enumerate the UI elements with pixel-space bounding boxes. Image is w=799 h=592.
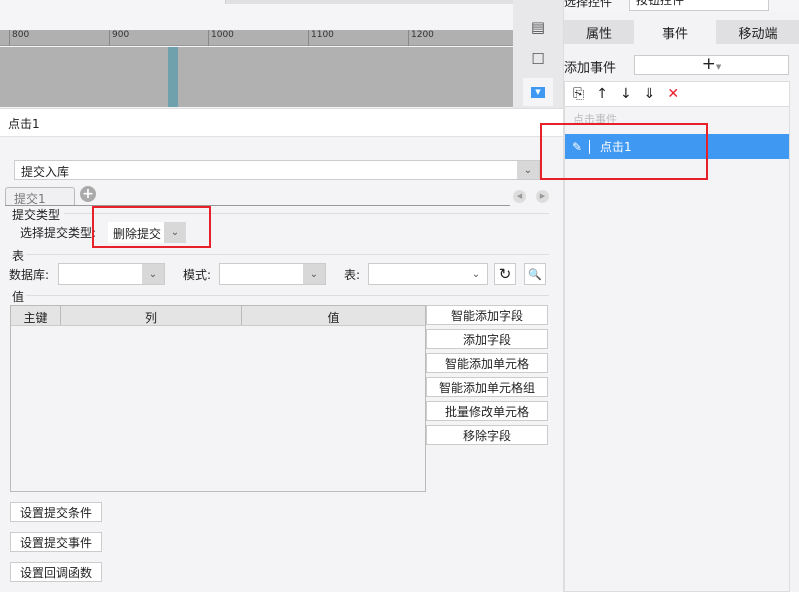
set-submit-condition-button[interactable]: 设置提交条件 — [10, 502, 102, 522]
highlight-box — [92, 206, 211, 248]
smart-add-cell-group-button[interactable]: 智能添加单元格组 — [426, 377, 548, 397]
batch-edit-cell-button[interactable]: 批量修改单元格 — [426, 401, 548, 421]
database-select[interactable]: ⌄ — [58, 263, 165, 285]
editor-title: 点击1 — [0, 108, 563, 137]
schema-label: 模式: — [183, 268, 212, 282]
section-value: 值 — [12, 290, 25, 304]
refresh-icon: ↻ — [498, 265, 512, 283]
widget-select-label: 选择控件 — [564, 0, 613, 9]
chevron-down-icon: ▼ — [715, 63, 722, 71]
widget-info-icon[interactable]: ▤ — [525, 16, 551, 38]
refresh-button[interactable]: ↻ — [494, 263, 516, 285]
add-event-button[interactable]: +▼ — [634, 55, 789, 75]
delete-icon[interactable]: ✕ — [667, 86, 679, 102]
right-panel: 选择控件 按钮控件 属性 事件 移动端 添加事件 +▼ ⎘ ↑ ↓ ⇓ ✕ 点击… — [563, 0, 799, 592]
column-header-key: 主键 — [11, 306, 61, 325]
action-select[interactable]: 提交入库 ⌄ — [14, 160, 540, 180]
vertical-toolbar: ▤ ☐ ▼ — [513, 0, 563, 108]
dropdown-widget-icon[interactable]: ▼ — [523, 78, 553, 106]
add-field-button[interactable]: 添加字段 — [426, 329, 548, 349]
preview-table-button[interactable]: 🔍 — [524, 263, 546, 285]
chevron-down-icon: ⌄ — [303, 264, 325, 284]
widget-select[interactable]: 按钮控件 — [629, 0, 769, 11]
ruler-tick: 1000 — [208, 30, 234, 46]
ruler-tick: 1100 — [308, 30, 334, 46]
smart-add-cell-button[interactable]: 智能添加单元格 — [426, 353, 548, 373]
design-canvas[interactable] — [0, 47, 513, 107]
tab-mobile[interactable]: 移动端 — [716, 20, 799, 44]
section-submit-type: 提交类型 — [12, 208, 61, 222]
table-select[interactable]: ⌄ — [368, 263, 488, 285]
move-bottom-icon[interactable]: ⇓ — [644, 86, 656, 102]
ruler-tick: 800 — [9, 30, 29, 46]
plus-icon: + — [701, 54, 716, 74]
add-tab-icon[interactable]: + — [80, 186, 96, 202]
widget-select-row: 选择控件 按钮控件 — [564, 0, 799, 12]
highlight-box — [540, 123, 708, 180]
next-tab-icon[interactable]: ▶ — [536, 190, 549, 203]
ruler: 800 900 1000 1100 1200 — [0, 30, 513, 46]
submit-type-label: 选择提交类型: — [20, 226, 97, 240]
chevron-down-icon: ⌄ — [142, 264, 164, 284]
scrollbar[interactable] — [225, 0, 513, 4]
arrow-down-icon[interactable]: ↓ — [620, 86, 632, 102]
copy-icon[interactable]: ⎘ — [573, 86, 584, 102]
set-callback-button[interactable]: 设置回调函数 — [10, 562, 102, 582]
tab-properties[interactable]: 属性 — [564, 20, 634, 44]
prev-tab-icon[interactable]: ◀ — [513, 190, 526, 203]
section-table: 表 — [12, 249, 25, 263]
event-toolbar: ⎘ ↑ ↓ ⇓ ✕ — [565, 82, 789, 107]
ruler-tick: 900 — [109, 30, 129, 46]
chevron-down-icon: ⌄ — [517, 161, 539, 179]
table-label: 表: — [344, 268, 361, 282]
canvas-marker — [168, 47, 178, 107]
smart-add-field-button[interactable]: 智能添加字段 — [426, 305, 548, 325]
ruler-tick: 1200 — [408, 30, 434, 46]
remove-field-button[interactable]: 移除字段 — [426, 425, 548, 445]
frame-icon[interactable]: ☐ — [525, 48, 551, 70]
tab-submit-1[interactable]: 提交1 — [5, 187, 75, 206]
arrow-up-icon[interactable]: ↑ — [596, 86, 608, 102]
tab-events[interactable]: 事件 — [634, 20, 716, 44]
column-header-value: 值 — [327, 311, 340, 325]
table-header: 主键 列 值 — [11, 306, 425, 326]
chevron-down-icon: ⌄ — [465, 264, 487, 284]
schema-select[interactable]: ⌄ — [219, 263, 326, 285]
value-table: 主键 列 值 — [10, 305, 426, 492]
column-header-column: 列 — [61, 306, 242, 325]
add-event-label: 添加事件 — [564, 61, 617, 76]
action-select-value: 提交入库 — [21, 165, 70, 179]
top-area — [0, 0, 513, 30]
database-label: 数据库: — [9, 268, 50, 282]
search-document-icon: 🔍 — [528, 267, 542, 281]
set-submit-event-button[interactable]: 设置提交事件 — [10, 532, 102, 552]
